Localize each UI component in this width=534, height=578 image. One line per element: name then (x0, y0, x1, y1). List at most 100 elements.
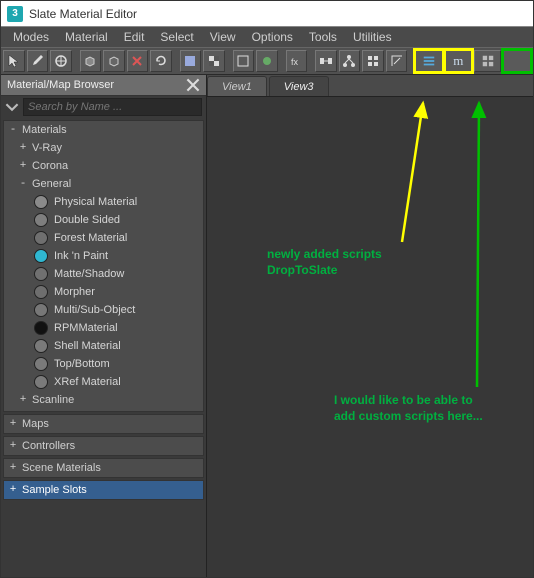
tab-view3[interactable]: View3 (269, 76, 329, 96)
empty-slot-icon[interactable] (503, 50, 530, 72)
tree-group-corona[interactable]: +Corona (4, 157, 203, 175)
delete-icon[interactable] (127, 50, 149, 72)
expand-icon[interactable]: - (8, 124, 18, 136)
fx-icon[interactable]: fx (286, 50, 308, 72)
titlebar: 3 Slate Material Editor (1, 1, 533, 27)
browser-header: Material/Map Browser (1, 75, 206, 96)
slate-material-editor-window: 3 Slate Material Editor ModesMaterialEdi… (0, 0, 534, 578)
material-swatch-icon (34, 195, 48, 209)
material-swatch-icon (34, 357, 48, 371)
tree-group-label: Maps (22, 418, 49, 430)
drop-to-slate-icon[interactable] (415, 50, 442, 72)
material-swatch-icon (34, 303, 48, 317)
app-icon: 3 (7, 6, 23, 22)
assign-icon[interactable] (50, 50, 72, 72)
tree-group-general[interactable]: -General (4, 175, 203, 193)
tree-item-label: Double Sided (54, 214, 120, 226)
tree-item-label: Matte/Shadow (54, 268, 124, 280)
close-icon[interactable] (186, 78, 200, 92)
menu-tools[interactable]: Tools (301, 28, 345, 46)
tree-group-v-ray[interactable]: + V-Ray (4, 139, 203, 157)
menu-view[interactable]: View (202, 28, 244, 46)
tree-item-label: Physical Material (54, 196, 137, 208)
mscript-icon[interactable]: m (445, 50, 472, 72)
search-input[interactable] (23, 98, 202, 116)
material-swatch-icon (34, 267, 48, 281)
tree-item-xref-material[interactable]: XRef Material (4, 373, 203, 391)
tree-group-scene-materials[interactable]: +Scene Materials (4, 459, 203, 477)
tree-item-ink-n-paint[interactable]: Ink 'n Paint (4, 247, 203, 265)
search-row (1, 96, 206, 118)
expand-icon[interactable]: + (8, 418, 18, 430)
expand-icon[interactable]: + (18, 142, 28, 154)
menu-select[interactable]: Select (152, 28, 201, 46)
browser-title: Material/Map Browser (7, 79, 114, 91)
canvas-area: View1View3 newly added scripts DropTo (207, 75, 533, 577)
tree-group-materials[interactable]: -Materials (4, 121, 203, 139)
tree-group-label: Sample Slots (22, 484, 87, 496)
tree-group-label: General (32, 178, 71, 190)
tree-item-rpmmaterial[interactable]: RPMMaterial (4, 319, 203, 337)
cursor-icon[interactable] (3, 50, 25, 72)
tree-item-double-sided[interactable]: Double Sided (4, 211, 203, 229)
cube-icon[interactable] (80, 50, 102, 72)
note1-line2: DropToSlate (267, 263, 337, 277)
tree-group-label: Materials (22, 124, 67, 136)
expand-icon[interactable]: + (18, 160, 28, 172)
body: Material/Map Browser -Materials+V-Ray+Co… (1, 75, 533, 577)
material-map-browser-panel: Material/Map Browser -Materials+V-Ray+Co… (1, 75, 207, 577)
toolbar: fx m (1, 47, 533, 75)
tree-item-multi-sub-object[interactable]: Multi/Sub-Object (4, 301, 203, 319)
render-icon[interactable] (256, 50, 278, 72)
checker-icon[interactable] (203, 50, 225, 72)
expand-icon[interactable]: - (18, 178, 28, 190)
layout-tree-icon[interactable] (339, 50, 361, 72)
tree-item-matte-shadow[interactable]: Matte/Shadow (4, 265, 203, 283)
tab-view1[interactable]: View1 (207, 76, 267, 96)
cube2-icon[interactable] (103, 50, 125, 72)
tree-item-forest-material[interactable]: Forest Material (4, 229, 203, 247)
node-canvas[interactable]: newly added scripts DropToSlate I would … (207, 97, 533, 577)
window-title: Slate Material Editor (29, 7, 137, 21)
expand-icon[interactable]: + (8, 462, 18, 474)
material-swatch-icon (34, 285, 48, 299)
menu-modes[interactable]: Modes (5, 28, 57, 46)
tree-group-sample-slots[interactable]: + Sample Slots (4, 481, 203, 499)
expand-icon[interactable]: + (8, 484, 18, 496)
tree-group-maps[interactable]: + Maps (4, 415, 203, 433)
material-swatch-icon (34, 249, 48, 263)
tree-item-label: Morpher (54, 286, 95, 298)
menu-options[interactable]: Options (244, 28, 301, 46)
layout-h-icon[interactable] (315, 50, 337, 72)
expand-icon[interactable]: + (8, 440, 18, 452)
menubar: ModesMaterialEditSelectViewOptionsToolsU… (1, 27, 533, 47)
grid-layout-icon[interactable] (474, 50, 501, 72)
chevron-down-icon[interactable] (5, 100, 19, 114)
menu-utilities[interactable]: Utilities (345, 28, 400, 46)
browser-tree[interactable]: -Materials+V-Ray+Corona-GeneralPhysical … (1, 118, 206, 577)
tree-item-physical-material[interactable]: Physical Material (4, 193, 203, 211)
tree-group-controllers[interactable]: +Controllers (4, 437, 203, 455)
expand-icon[interactable]: + (18, 394, 28, 406)
tree-item-label: Top/Bottom (54, 358, 110, 370)
tree-group-label: V-Ray (32, 142, 62, 154)
menu-edit[interactable]: Edit (116, 28, 153, 46)
eyedropper-icon[interactable] (27, 50, 49, 72)
tree-item-label: Multi/Sub-Object (54, 304, 135, 316)
material-swatch-icon (34, 213, 48, 227)
menu-material[interactable]: Material (57, 28, 116, 46)
show-bg-icon[interactable] (180, 50, 202, 72)
tree-group-scanline[interactable]: + Scanline (4, 391, 203, 409)
refresh-icon[interactable] (150, 50, 172, 72)
annotation-note-1: newly added scripts DropToSlate (267, 247, 382, 278)
tree-item-morpher[interactable]: Morpher (4, 283, 203, 301)
wire-icon[interactable] (233, 50, 255, 72)
tree-group-label: Scanline (32, 394, 74, 406)
tree-item-label: XRef Material (54, 376, 121, 388)
note2-line2: add custom scripts here... (334, 409, 483, 423)
layout-grid-icon[interactable] (362, 50, 384, 72)
tree-item-shell-material[interactable]: Shell Material (4, 337, 203, 355)
layout-auto-icon[interactable] (386, 50, 408, 72)
tree-item-top-bottom[interactable]: Top/Bottom (4, 355, 203, 373)
material-swatch-icon (34, 339, 48, 353)
